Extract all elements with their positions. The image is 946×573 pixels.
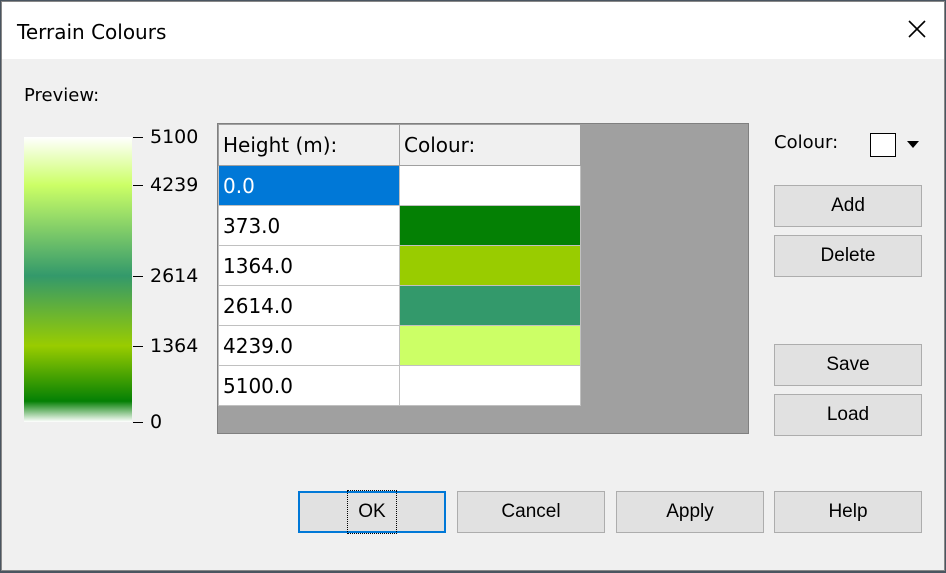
table-row[interactable]: 2614.0 (218, 285, 581, 326)
delete-button[interactable]: Delete (774, 235, 922, 277)
table-header-row: Height (m): Colour: (218, 124, 581, 166)
height-cell[interactable]: 0.0 (218, 165, 400, 206)
terrain-colours-dialog: Terrain Colours Preview: 5100 4239 2614 136… (1, 1, 945, 571)
height-cell[interactable]: 4239.0 (218, 325, 400, 366)
cancel-label: Cancel (501, 501, 561, 522)
load-button[interactable]: Load (774, 394, 922, 436)
title-bar: Terrain Colours (2, 2, 944, 59)
colour-swatch-button[interactable] (870, 133, 896, 157)
window-title: Terrain Colours (17, 20, 167, 44)
preview-label: Preview: (24, 85, 100, 106)
ok-button[interactable]: OK (298, 490, 446, 534)
colour-swatch (400, 246, 580, 285)
colour-swatch (400, 326, 580, 365)
table-row[interactable]: 0.0 (218, 165, 581, 206)
add-button[interactable]: Add (774, 185, 922, 227)
colour-swatch (400, 366, 580, 405)
preview-gradient (24, 137, 132, 422)
scale-tick: 2614 (133, 266, 198, 286)
colour-swatch (400, 286, 580, 325)
save-button[interactable]: Save (774, 344, 922, 386)
scale-tick-label: 2614 (150, 264, 199, 287)
scale-tick-label: 1364 (150, 334, 199, 357)
cancel-button[interactable]: Cancel (457, 491, 605, 533)
scale-tick-label: 4239 (150, 174, 199, 197)
colour-swatch (400, 206, 580, 245)
colour-label: Colour: (774, 132, 839, 153)
scale-tick: 4239 (133, 175, 198, 195)
height-cell[interactable]: 1364.0 (218, 245, 400, 286)
scale-tick: 5100 (133, 127, 198, 147)
chevron-down-icon[interactable] (907, 141, 919, 148)
scale-tick: 1364 (133, 336, 198, 356)
apply-label: Apply (666, 501, 714, 522)
colour-cell[interactable] (399, 285, 581, 326)
height-cell[interactable]: 373.0 (218, 205, 400, 246)
colour-swatch (400, 166, 580, 205)
colour-cell[interactable] (399, 245, 581, 286)
help-label: Help (828, 501, 868, 522)
load-label: Load (826, 404, 870, 425)
column-header-colour[interactable]: Colour: (399, 124, 581, 166)
colour-cell[interactable] (399, 365, 581, 406)
delete-label: Delete (820, 245, 876, 266)
apply-button[interactable]: Apply (616, 491, 764, 533)
colour-cell[interactable] (399, 325, 581, 366)
scale-tick: 0 (133, 412, 162, 432)
colour-cell[interactable] (399, 205, 581, 246)
save-label: Save (826, 354, 870, 375)
table-row[interactable]: 373.0 (218, 205, 581, 246)
height-cell[interactable]: 2614.0 (218, 285, 400, 326)
close-icon[interactable] (902, 14, 932, 44)
table-row[interactable]: 4239.0 (218, 325, 581, 366)
scale-tick-label: 0 (150, 411, 163, 433)
add-label: Add (831, 195, 865, 216)
ok-label: OK (347, 490, 397, 534)
table-row[interactable]: 1364.0 (218, 245, 581, 286)
table-row[interactable]: 5100.0 (218, 365, 581, 406)
column-header-height[interactable]: Height (m): (218, 124, 400, 166)
scale-tick-label: 5100 (150, 126, 199, 148)
colour-cell[interactable] (399, 165, 581, 206)
height-colour-grid[interactable]: Height (m): Colour: 0.0 373.0 1364.0 2614.0… (217, 123, 749, 434)
help-button[interactable]: Help (774, 491, 922, 533)
height-cell[interactable]: 5100.0 (218, 365, 400, 406)
